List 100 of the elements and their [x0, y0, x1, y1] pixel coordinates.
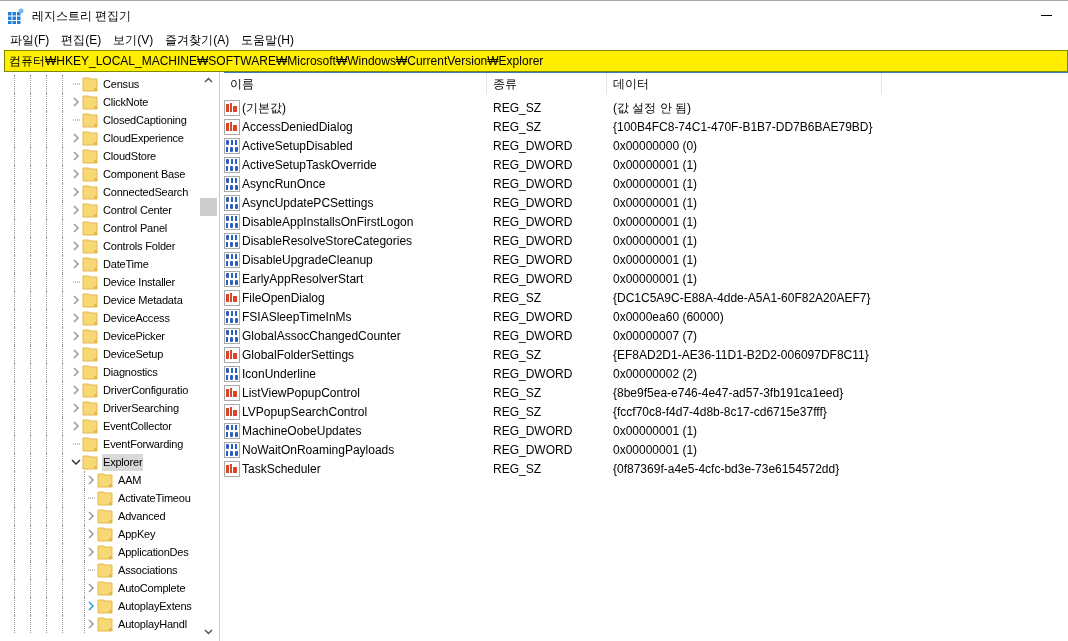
column-header[interactable]: 데이터: [607, 73, 882, 94]
value-type: REG_DWORD: [492, 156, 574, 174]
value-name[interactable]: AsyncUpdatePCSettings: [242, 193, 374, 212]
folder-icon: [82, 292, 98, 308]
tree-item[interactable]: CloudStore: [102, 147, 158, 165]
value-name[interactable]: ListViewPopupControl: [242, 383, 360, 402]
value-type: REG_DWORD: [492, 422, 574, 440]
value-type: REG_DWORD: [492, 251, 574, 269]
column-header[interactable]: 종류: [487, 73, 607, 94]
expand-icon[interactable]: [87, 583, 95, 593]
tree-item[interactable]: AppKey: [117, 525, 157, 543]
scroll-up-icon[interactable]: [204, 77, 213, 83]
expand-icon[interactable]: [87, 601, 95, 611]
tree-item[interactable]: AutoComplete: [117, 579, 187, 597]
menu-item[interactable]: 파일(F): [4, 31, 56, 49]
value-name[interactable]: AsyncRunOnce: [242, 174, 326, 193]
string-value-icon: [224, 289, 240, 306]
folder-icon: [82, 346, 98, 362]
tree-item[interactable]: Control Center: [102, 201, 173, 219]
folder-icon: [82, 328, 98, 344]
value-type: REG_DWORD: [492, 175, 574, 193]
value-type: REG_SZ: [492, 346, 542, 364]
value-data: 0x00000000 (0): [612, 137, 699, 155]
tree-item[interactable]: DeviceAccess: [102, 309, 171, 327]
menu-item[interactable]: 편집(E): [55, 31, 108, 49]
tree-item[interactable]: AutoplayExtens: [117, 597, 193, 615]
tree-item[interactable]: ClickNote: [102, 93, 150, 111]
value-data: (값 설정 안 됨): [612, 99, 692, 117]
tree-item[interactable]: ApplicationDes: [117, 543, 190, 561]
tree-item[interactable]: Associations: [117, 561, 179, 579]
binary-value-icon: [224, 441, 240, 458]
folder-icon: [97, 616, 113, 632]
tree-item[interactable]: DriverConfiguratio: [102, 381, 190, 399]
value-name[interactable]: GlobalFolderSettings: [242, 345, 355, 364]
tree-item[interactable]: Diagnostics: [102, 363, 159, 381]
tree-item[interactable]: EventForwarding: [102, 435, 185, 453]
value-name[interactable]: FileOpenDialog: [242, 288, 325, 307]
value-name[interactable]: ActiveSetupDisabled: [242, 136, 353, 155]
menu-item[interactable]: 즐겨찾기(A): [159, 31, 236, 49]
binary-value-icon: [224, 137, 240, 154]
value-name[interactable]: (기본값): [242, 98, 286, 117]
value-name[interactable]: EarlyAppResolverStart: [242, 269, 364, 288]
value-type: REG_DWORD: [492, 365, 574, 383]
tree-item[interactable]: ActivateTimeou: [117, 489, 192, 507]
scroll-thumb[interactable]: [200, 198, 217, 216]
tree-item[interactable]: Device Installer: [102, 273, 176, 291]
value-name[interactable]: IconUnderline: [242, 364, 317, 383]
expand-icon[interactable]: [87, 475, 95, 485]
expand-icon[interactable]: [72, 97, 80, 107]
tree-item[interactable]: EventCollector: [102, 417, 173, 435]
menu-item[interactable]: 도움말(H): [235, 31, 300, 49]
tree-item[interactable]: DeviceSetup: [102, 345, 165, 363]
tree-item[interactable]: DateTime: [102, 255, 150, 273]
tree-item[interactable]: Control Panel: [102, 219, 169, 237]
tree-item[interactable]: Device Metadata: [102, 291, 184, 309]
value-name[interactable]: DisableAppInstallsOnFirstLogon: [242, 212, 414, 231]
address-field[interactable]: 컴퓨터₩HKEY_LOCAL_MACHINE₩SOFTWARE₩Microsoft₩Windows₩CurrentVersion₩Explorer: [4, 50, 1068, 72]
tree-item[interactable]: Explorer: [102, 453, 144, 471]
tree-item[interactable]: DriverSearching: [102, 399, 180, 417]
value-type: REG_SZ: [492, 118, 542, 136]
value-name[interactable]: DisableResolveStoreCategories: [242, 231, 413, 250]
collapse-icon[interactable]: [71, 458, 81, 466]
value-name[interactable]: DisableUpgradeCleanup: [242, 250, 373, 269]
value-name[interactable]: NoWaitOnRoamingPayloads: [242, 440, 395, 459]
tree-item[interactable]: AutoplayHandl: [117, 615, 188, 633]
tree-item[interactable]: CloudExperience: [102, 129, 185, 147]
minimize-icon[interactable]: [1041, 14, 1052, 17]
folder-icon: [82, 220, 98, 236]
folder-icon: [97, 472, 113, 488]
value-name[interactable]: LVPopupSearchControl: [242, 402, 368, 421]
value-name[interactable]: TaskScheduler: [242, 459, 321, 478]
binary-value-icon: [224, 365, 240, 382]
folder-icon: [82, 112, 98, 128]
string-value-icon: [224, 99, 240, 116]
value-name[interactable]: FSIASleepTimeInMs: [242, 307, 352, 326]
column-header[interactable]: 이름: [224, 73, 487, 94]
expand-icon[interactable]: [87, 619, 95, 629]
window-title: 레지스트리 편집기: [32, 7, 132, 25]
folder-icon: [82, 166, 98, 182]
menu-item[interactable]: 보기(V): [107, 31, 160, 49]
tree-item[interactable]: Controls Folder: [102, 237, 177, 255]
tree-item[interactable]: Census: [102, 75, 141, 93]
tree-item[interactable]: ConnectedSearch: [102, 183, 190, 201]
binary-value-icon: [224, 422, 240, 439]
value-name[interactable]: MachineOobeUpdates: [242, 421, 362, 440]
tree-line: [86, 497, 96, 499]
value-type: REG_DWORD: [492, 137, 574, 155]
scroll-down-icon[interactable]: [204, 629, 213, 635]
folder-icon: [82, 148, 98, 164]
tree-item[interactable]: Advanced: [117, 507, 167, 525]
tree-item[interactable]: AAM: [117, 471, 143, 489]
value-name[interactable]: ActiveSetupTaskOverride: [242, 155, 377, 174]
value-data: 0x00000002 (2): [612, 365, 699, 383]
value-name[interactable]: AccessDeniedDialog: [242, 117, 353, 136]
value-data: 0x00000001 (1): [612, 232, 699, 250]
tree-item[interactable]: DevicePicker: [102, 327, 166, 345]
value-name[interactable]: GlobalAssocChangedCounter: [242, 326, 401, 345]
value-data: 0x00000001 (1): [612, 156, 699, 174]
tree-item[interactable]: Component Base: [102, 165, 187, 183]
tree-item[interactable]: ClosedCaptioning: [102, 111, 188, 129]
